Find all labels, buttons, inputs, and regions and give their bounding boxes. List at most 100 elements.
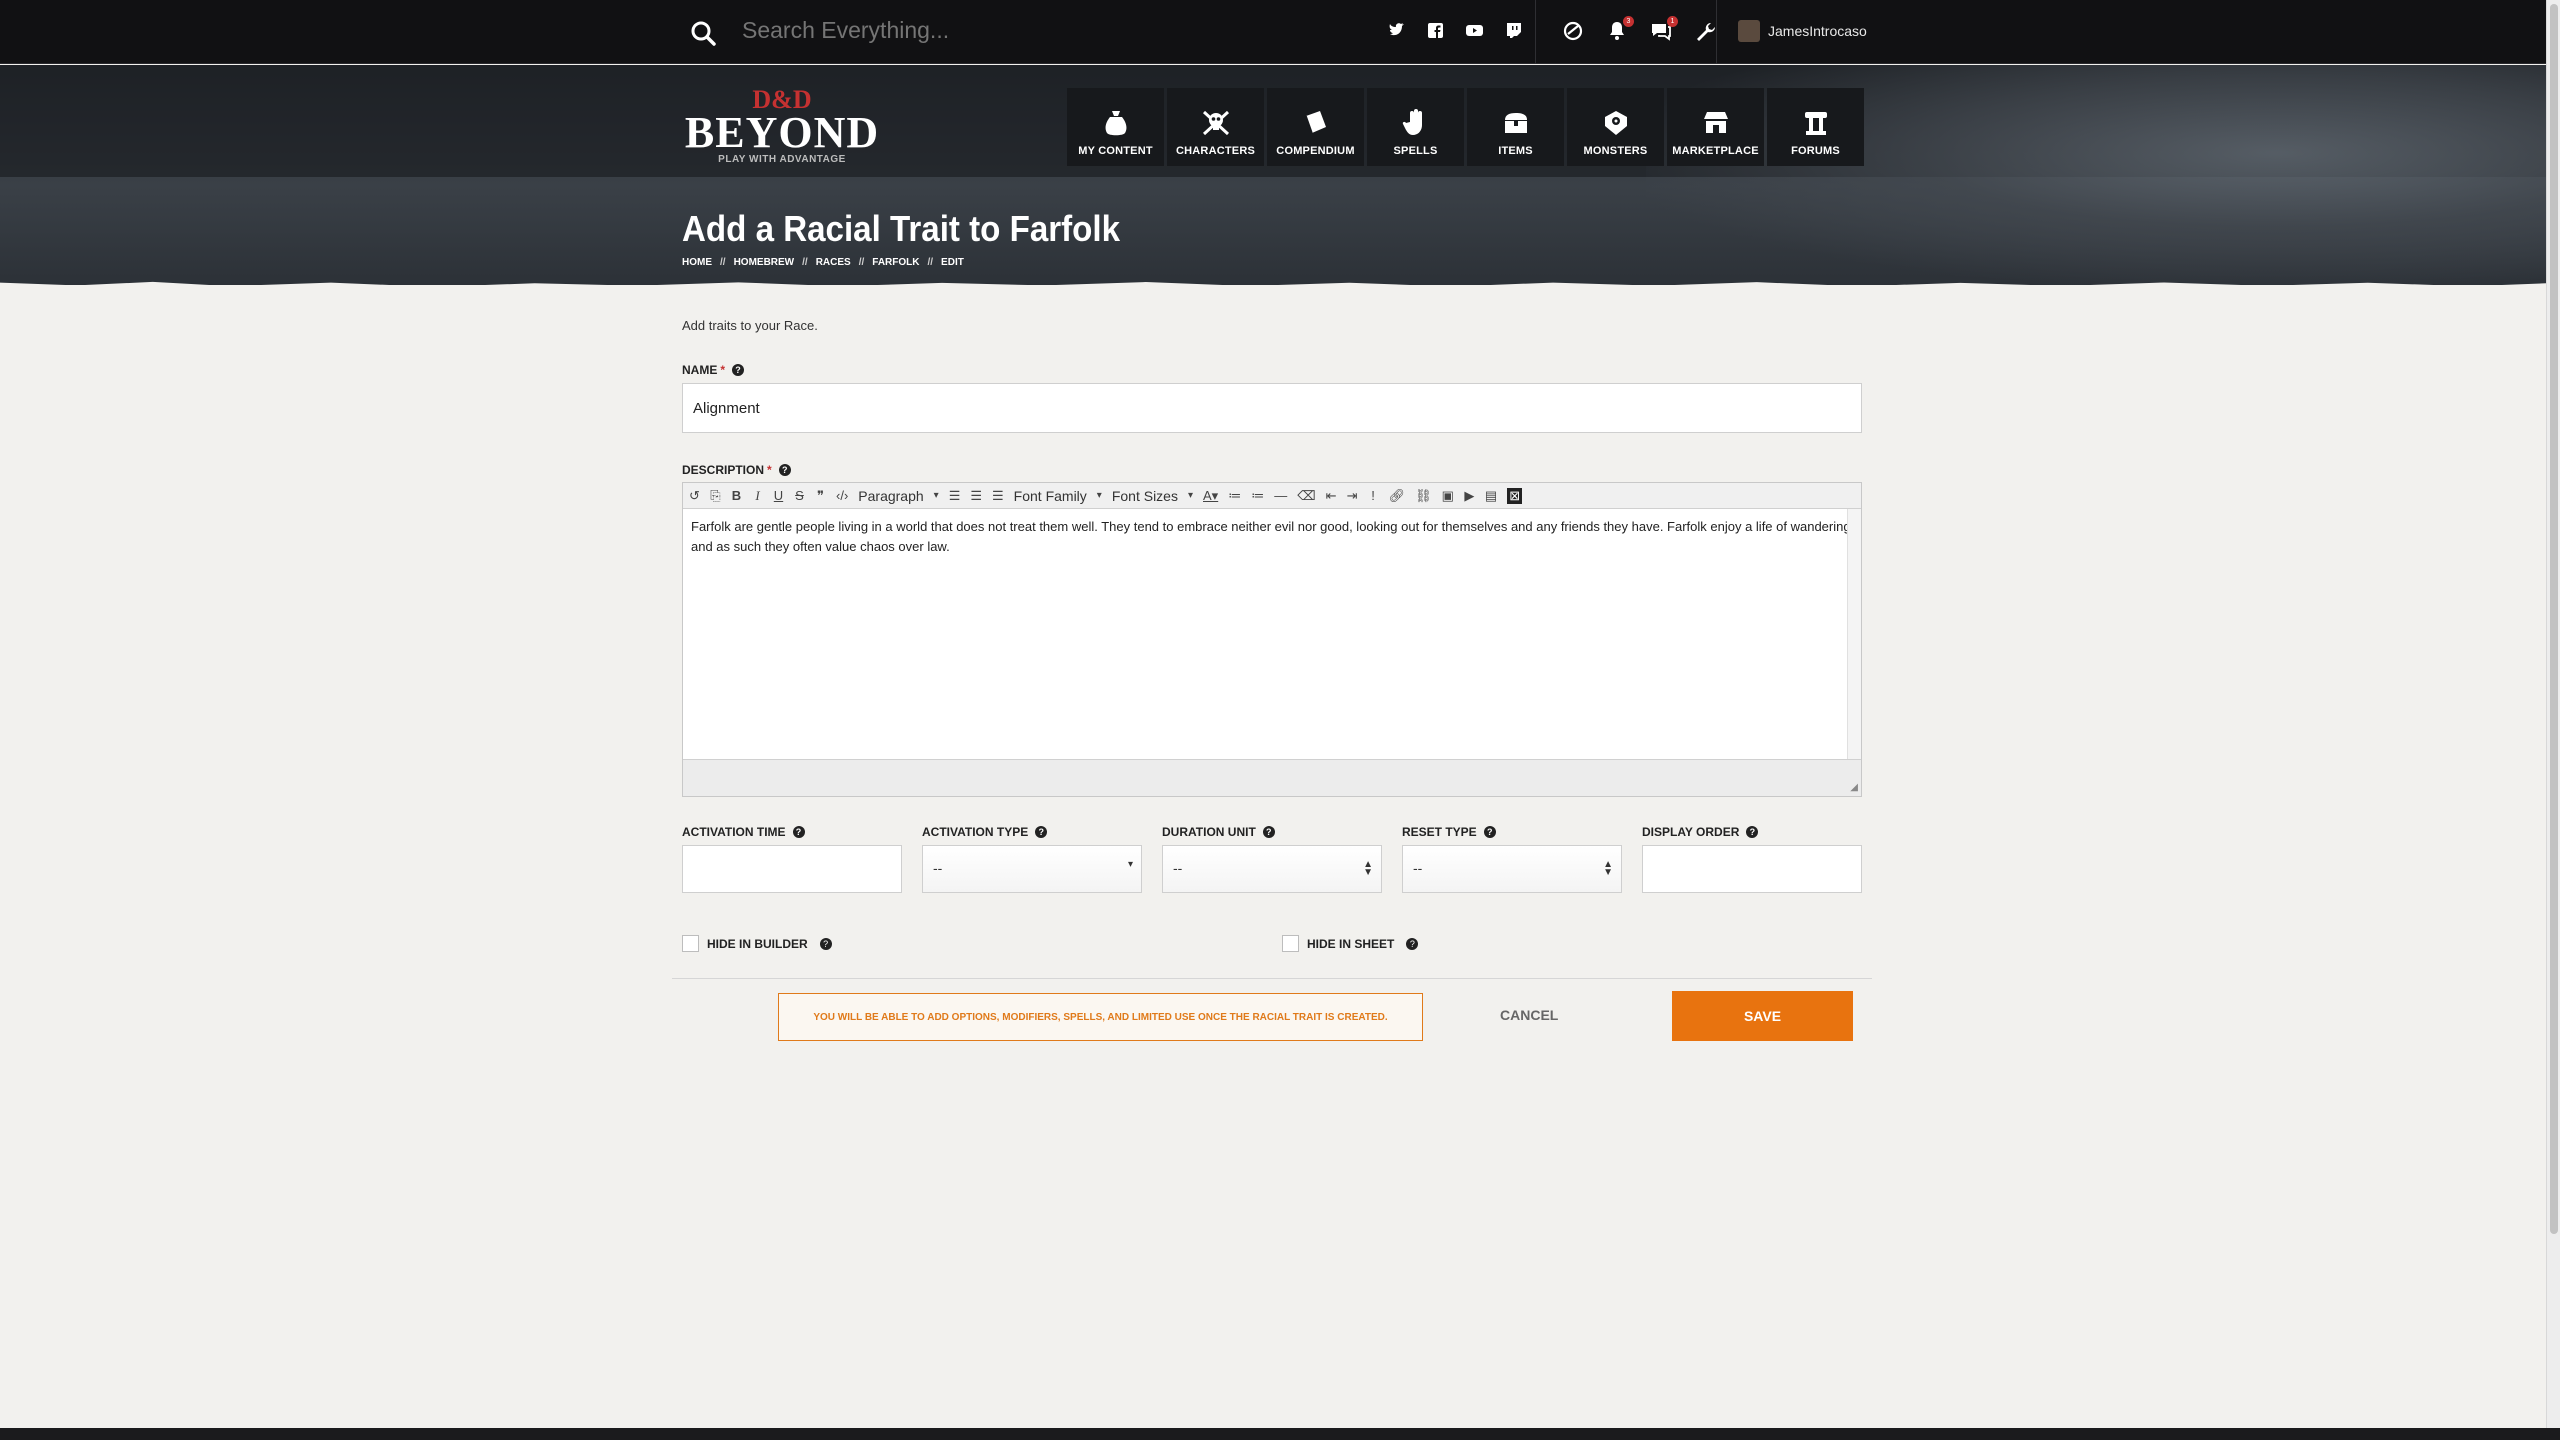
hide-in-builder[interactable]: HIDE IN BUILDER ? [682, 935, 832, 952]
numbered-list-icon[interactable]: ≔ [1251, 488, 1264, 504]
cancel-button[interactable]: CANCEL [1500, 1007, 1558, 1023]
paragraph-dropdown[interactable]: Paragraph [858, 488, 938, 504]
label-text: RESET TYPE [1402, 825, 1477, 839]
top-bar-divider [1535, 0, 1536, 64]
breadcrumb-home[interactable]: HOME [682, 257, 712, 268]
nav-label: ITEMS [1498, 145, 1533, 157]
nav-items[interactable]: ITEMS [1467, 88, 1564, 166]
logo-beyond: BEYOND [684, 108, 880, 157]
field-value: -- [933, 860, 943, 876]
eraser-icon[interactable]: ⌫ [1297, 488, 1315, 504]
required-mark: * [767, 463, 772, 477]
help-icon[interactable]: ? [1746, 826, 1759, 838]
help-icon[interactable]: ? [792, 826, 805, 838]
display-order-input[interactable] [1642, 845, 1862, 893]
source-icon[interactable]: ⊠ [1507, 487, 1523, 504]
main-nav: MY CONTENT CHARACTERS COMPENDIUM SPELLS … [1067, 88, 1864, 166]
page-scrollbar[interactable] [2546, 0, 2560, 1428]
label-text: ACTIVATION TIME [682, 825, 786, 839]
horizontal-rule-icon[interactable]: — [1274, 488, 1287, 503]
hide-in-builder-checkbox[interactable] [682, 935, 699, 952]
breadcrumb-homebrew[interactable]: HOMEBREW [734, 257, 795, 268]
align-right-icon[interactable]: ☰ [992, 488, 1004, 504]
twitch-icon[interactable] [1505, 22, 1522, 39]
align-left-icon[interactable]: ☰ [949, 488, 961, 504]
activation-time-group: ACTIVATION TIME? [682, 825, 902, 893]
help-icon[interactable]: ? [1035, 826, 1048, 838]
nav-compendium[interactable]: COMPENDIUM [1267, 88, 1364, 166]
nav-label: FORUMS [1791, 145, 1840, 157]
help-icon[interactable]: ? [1262, 826, 1275, 838]
duration-unit-label: DURATION UNIT? [1162, 825, 1382, 839]
name-field[interactable] [682, 383, 1862, 433]
image-icon[interactable]: ▣ [1442, 488, 1454, 504]
help-icon[interactable]: ? [819, 937, 832, 950]
indent-icon[interactable]: ⇥ [1347, 488, 1358, 504]
dnd-icon[interactable] [1562, 20, 1584, 42]
youtube-icon[interactable] [1466, 22, 1483, 39]
unlink-icon[interactable]: ⛓︎ [1415, 488, 1432, 504]
user-menu[interactable]: JamesIntrocaso [1738, 20, 1867, 42]
site-logo[interactable]: D&D BEYOND PLAY WITH ADVANTAGE [682, 87, 882, 166]
paste-icon[interactable]: ⎘ [710, 488, 721, 504]
wrench-icon[interactable] [1694, 20, 1716, 42]
save-button[interactable]: SAVE [1672, 991, 1853, 1041]
scrollbar-thumb[interactable] [2550, 4, 2558, 1234]
link-icon[interactable]: 🔗︎ [1389, 488, 1406, 504]
editor-scrollbar[interactable] [1847, 509, 1861, 759]
align-center-icon[interactable]: ☰ [970, 488, 982, 504]
blockquote-icon[interactable]: ❞ [815, 488, 826, 504]
document-icon[interactable]: ▤ [1485, 488, 1497, 504]
label-text: DURATION UNIT [1162, 825, 1256, 839]
nav-spells[interactable]: SPELLS [1367, 88, 1464, 166]
nav-forums[interactable]: FORUMS [1767, 88, 1864, 166]
breadcrumb-farfolk[interactable]: FARFOLK [872, 257, 919, 268]
visibility-options: HIDE IN BUILDER ? HIDE IN SHEET ? [682, 935, 1862, 965]
duration-unit-select[interactable]: -- ▲ ▼ [1162, 845, 1382, 893]
nav-characters[interactable]: CHARACTERS [1167, 88, 1264, 166]
help-icon[interactable]: ? [1483, 826, 1496, 838]
avatar[interactable] [1738, 20, 1760, 42]
search-input[interactable] [742, 17, 1242, 44]
nav-my-content[interactable]: MY CONTENT [1067, 88, 1164, 166]
text-color-icon[interactable]: A▾ [1203, 488, 1218, 504]
chest-icon [1504, 113, 1527, 133]
nav-label: MONSTERS [1583, 145, 1648, 157]
activation-time-input[interactable] [682, 845, 902, 893]
underline-icon[interactable]: U [773, 488, 784, 503]
description-textarea[interactable]: Farfolk are gentle people living in a wo… [683, 509, 1861, 759]
messages-icon[interactable]: 1 [1650, 16, 1678, 42]
hide-in-sheet[interactable]: HIDE IN SHEET ? [1282, 935, 1419, 952]
nav-marketplace[interactable]: MARKETPLACE [1667, 88, 1764, 166]
breadcrumb-separator: // [802, 257, 808, 268]
breadcrumb-races[interactable]: RACES [816, 257, 851, 268]
top-bar: 3 1 JamesIntrocaso [0, 0, 2546, 64]
bold-icon[interactable]: B [731, 488, 742, 503]
twitter-icon[interactable] [1388, 22, 1405, 39]
exclamation-icon[interactable]: ! [1368, 488, 1379, 503]
bag-icon [1105, 111, 1126, 136]
facebook-icon[interactable] [1427, 22, 1444, 39]
username[interactable]: JamesIntrocaso [1768, 23, 1867, 39]
nav-monsters[interactable]: MONSTERS [1567, 88, 1664, 166]
notifications-icon[interactable]: 3 [1606, 16, 1634, 42]
strikethrough-icon[interactable]: S [794, 488, 805, 503]
search-icon[interactable] [690, 20, 716, 46]
breadcrumb-edit[interactable]: EDIT [941, 257, 964, 268]
code-icon[interactable]: ‹/› [836, 488, 848, 503]
help-icon[interactable]: ? [732, 364, 745, 376]
outdent-icon[interactable]: ⇤ [1326, 488, 1337, 504]
video-icon[interactable]: ▶ [1464, 488, 1475, 504]
hide-in-sheet-checkbox[interactable] [1282, 935, 1299, 952]
italic-icon[interactable]: I [752, 488, 763, 504]
reset-type-select[interactable]: -- ▲ ▼ [1402, 845, 1622, 893]
font-sizes-dropdown[interactable]: Font Sizes [1112, 488, 1193, 504]
messages-badge: 1 [1667, 16, 1678, 27]
bullet-list-icon[interactable]: ≔ [1228, 488, 1241, 504]
activation-type-select[interactable]: -- ▾ [922, 845, 1142, 893]
help-icon[interactable]: ? [1406, 937, 1419, 950]
help-icon[interactable]: ? [778, 464, 791, 476]
font-family-dropdown[interactable]: Font Family [1014, 488, 1102, 504]
resize-grip-icon[interactable]: ◢ [1850, 782, 1858, 793]
undo-icon[interactable]: ↺ [689, 488, 700, 504]
